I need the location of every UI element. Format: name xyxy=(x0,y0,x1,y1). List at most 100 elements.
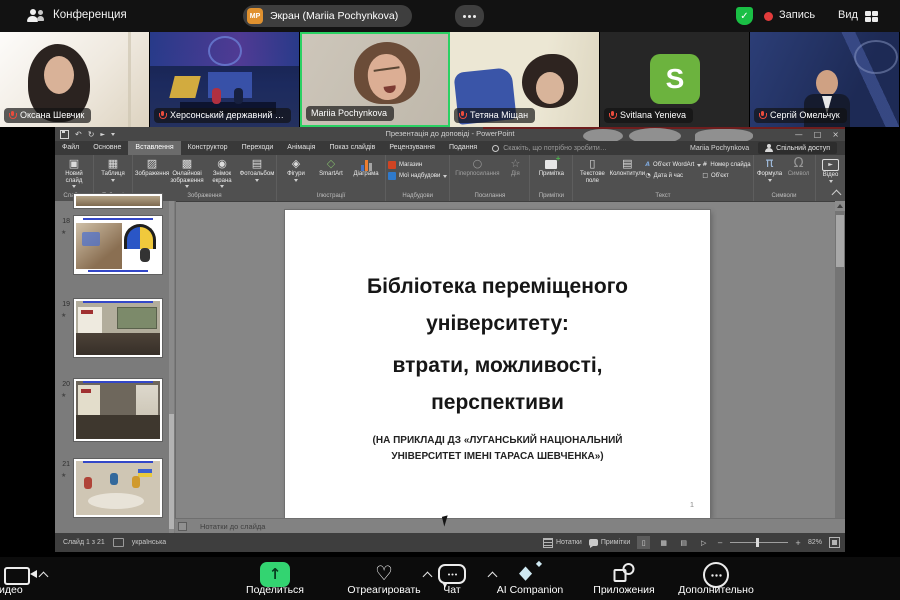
apps-button[interactable]: Приложения xyxy=(614,557,635,600)
store-button[interactable]: Магазин xyxy=(388,161,447,169)
participant-face xyxy=(816,70,838,96)
tab-transitions[interactable]: Переходи xyxy=(235,141,281,155)
tell-me-search[interactable]: Скажіть, що потрібно зробити… xyxy=(503,145,607,152)
object-button[interactable]: □Об'єкт xyxy=(702,172,750,180)
slide-thumbnail-partial[interactable] xyxy=(73,193,163,209)
screenshot-button[interactable]: ◉Знімок екрана xyxy=(205,157,239,188)
security-shield-icon[interactable]: ✓ xyxy=(736,7,753,25)
ai-companion-button[interactable]: ◆◆ AI Companion xyxy=(519,557,541,600)
video-tile-mariia-active-speaker[interactable]: Mariia Pochynkova xyxy=(300,32,450,127)
share-screen-button[interactable]: ↑ Поделиться xyxy=(260,557,290,600)
editor-scrollbar[interactable] xyxy=(835,201,845,533)
equation-pi-icon: π xyxy=(766,157,774,171)
fit-to-window-icon[interactable] xyxy=(829,537,840,548)
video-camera-icon[interactable] xyxy=(4,567,30,585)
notes-toggle-button[interactable]: Нотатки xyxy=(543,538,582,548)
comment-button[interactable]: Примітка xyxy=(532,157,570,178)
tab-design[interactable]: Конструктор xyxy=(181,141,235,155)
photo-album-button[interactable]: ▤Фотоальбом xyxy=(240,157,274,182)
my-addins-icon xyxy=(388,172,396,180)
pictures-button[interactable]: ▨Зображення xyxy=(135,157,169,178)
equation-button[interactable]: πФормула xyxy=(756,157,784,182)
new-slide-button[interactable]: ▣Новий слайд xyxy=(57,157,91,188)
reactions-button[interactable]: ♡ Отреагировать xyxy=(375,557,393,600)
zoom-in-icon[interactable]: + xyxy=(795,539,801,547)
share-document-button[interactable]: Спільний доступ xyxy=(758,142,837,154)
slide-sorter-view-button[interactable]: ▦ xyxy=(657,536,670,549)
my-addins-button[interactable]: Мої надбудови xyxy=(388,172,447,180)
participant-nametag: Тетяна Міщан xyxy=(454,108,535,123)
screen-share-pill[interactable]: MP Экран (Mariia Pochynkova) xyxy=(243,5,412,27)
minimize-icon[interactable]: — xyxy=(795,130,803,139)
comments-toggle-button[interactable]: Примітки xyxy=(589,539,630,546)
action-button[interactable]: ☆Дія xyxy=(503,157,527,178)
slide-thumbnail-21[interactable] xyxy=(73,458,163,518)
picture-icon: ▨ xyxy=(147,157,157,171)
powerpoint-title-bar: ↶ ↻ ► Презентація до доповіді - PowerPoi… xyxy=(55,127,845,141)
slide-number-button[interactable]: #Номер слайда xyxy=(702,161,750,169)
more-button[interactable]: Дополнительно xyxy=(703,557,729,600)
wordart-icon: A xyxy=(645,161,650,169)
tab-home[interactable]: Основне xyxy=(86,141,128,155)
reading-view-button[interactable]: ▤ xyxy=(677,536,690,549)
chat-chevron-icon[interactable] xyxy=(488,572,498,582)
video-tile-serhii[interactable]: Сергій Омельчук xyxy=(750,32,900,127)
video-tile-kherson[interactable]: Херсонський державний … xyxy=(150,32,300,127)
video-button[interactable]: ►Відео xyxy=(818,157,844,183)
account-name[interactable]: Mariia Pochynkova xyxy=(690,145,749,152)
editor-scrollbar-thumb[interactable] xyxy=(836,215,844,267)
slide-canvas[interactable]: Бібліотека переміщеного університету: вт… xyxy=(285,210,710,518)
reactions-chevron-icon[interactable] xyxy=(423,572,433,582)
slide-thumbnail-19[interactable] xyxy=(73,298,163,358)
tab-insert-active[interactable]: Вставлення xyxy=(128,141,180,155)
tab-animations[interactable]: Анімація xyxy=(280,141,322,155)
share-options-button[interactable] xyxy=(455,5,484,27)
header-footer-button[interactable]: ▤Колонтитули xyxy=(610,157,644,178)
recording-label[interactable]: Запись xyxy=(779,9,815,21)
thumbnail-scrollbar-thumb[interactable] xyxy=(169,414,174,529)
view-button[interactable]: Вид xyxy=(838,9,858,21)
video-tile-oksana[interactable]: Оксана Шевчик xyxy=(0,32,150,127)
shapes-button[interactable]: ◈Фігури xyxy=(279,157,313,182)
video-button-label[interactable]: Видео xyxy=(0,584,23,596)
close-icon[interactable]: × xyxy=(832,130,839,139)
video-tile-svitlana[interactable]: S Svitlana Yenieva xyxy=(600,32,750,127)
tab-review[interactable]: Рецензування xyxy=(382,141,442,155)
tab-file[interactable]: Файл xyxy=(55,141,86,155)
tab-view[interactable]: Подання xyxy=(442,141,484,155)
normal-view-button[interactable]: ▯ xyxy=(637,536,650,549)
hyperlink-button[interactable]: ○Гіперпосилання xyxy=(452,157,502,178)
slide-thumbnail-20[interactable] xyxy=(73,378,163,442)
text-box-button[interactable]: ▯Текстове поле xyxy=(575,157,609,184)
heart-reaction-icon: ♡ xyxy=(375,561,393,585)
video-tile-tetiana[interactable]: Тетяна Міщан xyxy=(450,32,600,127)
online-pictures-button[interactable]: ▩Онлайнові зображення xyxy=(170,157,204,188)
zoom-out-icon[interactable]: − xyxy=(717,539,723,547)
participant-nametag: Оксана Шевчик xyxy=(4,108,91,123)
language-label[interactable]: українська xyxy=(132,539,166,546)
chat-button[interactable]: Чат xyxy=(438,557,466,600)
video-options-chevron-icon[interactable] xyxy=(39,572,49,582)
slide-thumbnail-18[interactable] xyxy=(73,215,163,275)
tab-slideshow[interactable]: Показ слайдів xyxy=(322,141,382,155)
smartart-button[interactable]: ◇SmartArt xyxy=(314,157,348,178)
notes-bar[interactable]: Нотатки до слайда xyxy=(175,518,845,534)
chart-button[interactable]: Діаграма xyxy=(349,157,383,178)
zoom-slider-thumb[interactable] xyxy=(756,538,759,547)
muted-mic-icon xyxy=(159,111,166,120)
zoom-slider[interactable] xyxy=(730,542,788,543)
notes-toggle-icon[interactable] xyxy=(178,522,187,531)
table-button[interactable]: ▦Таблиця xyxy=(96,157,130,182)
symbol-button[interactable]: ΩСимвол xyxy=(785,157,813,178)
gallery-view-icon[interactable] xyxy=(865,11,878,22)
animation-star-icon: ★ xyxy=(61,472,66,479)
store-icon xyxy=(388,161,396,169)
slideshow-view-button[interactable]: ▷ xyxy=(697,536,710,549)
restore-icon[interactable]: □ xyxy=(814,130,822,139)
wordart-button[interactable]: AОб'єкт WordArt xyxy=(645,161,701,169)
scroll-up-icon[interactable] xyxy=(835,201,845,211)
ribbon-group-addins: Магазин Мої надбудови Надбудови xyxy=(386,155,450,201)
date-time-button[interactable]: ◔Дата й час xyxy=(645,172,701,180)
zoom-percentage[interactable]: 82% xyxy=(808,539,822,546)
language-icon xyxy=(113,538,124,547)
